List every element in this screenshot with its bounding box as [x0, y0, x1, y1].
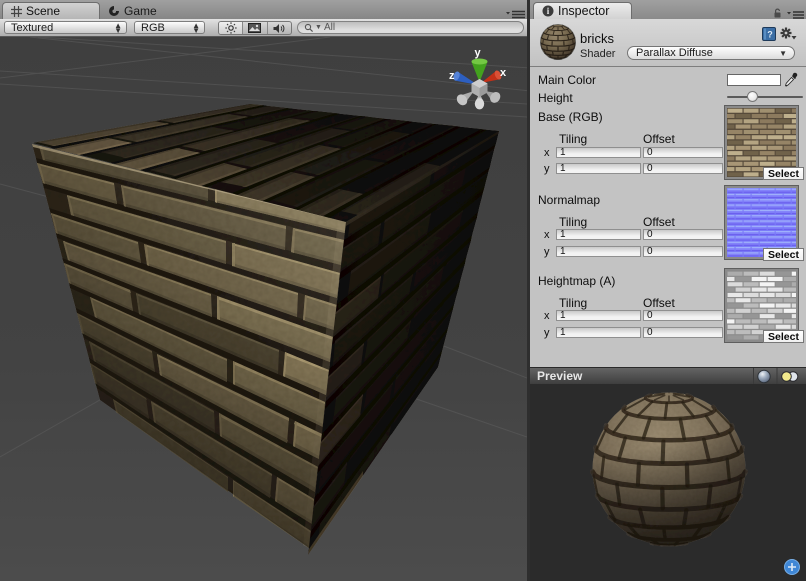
svg-text:z: z	[449, 70, 455, 82]
svg-text:?: ?	[767, 30, 773, 40]
svg-text:x: x	[500, 67, 507, 79]
svg-text:y: y	[475, 47, 482, 59]
